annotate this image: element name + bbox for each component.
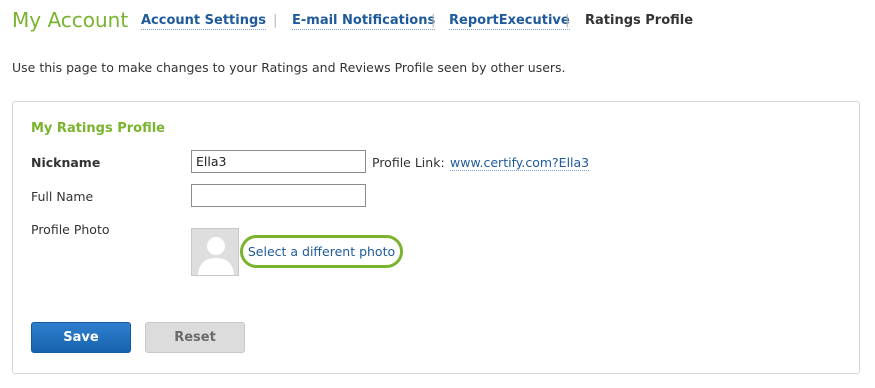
tab-separator: |: [273, 13, 278, 28]
avatar-placeholder-icon: [191, 228, 239, 276]
intro-text: Use this page to make changes to your Ra…: [12, 60, 566, 75]
tab-separator: |: [565, 13, 570, 28]
select-photo-link[interactable]: Select a different photo: [240, 235, 403, 268]
tab-account-settings[interactable]: Account Settings: [141, 13, 267, 30]
tab-separator: |: [431, 13, 436, 28]
panel-title: My Ratings Profile: [31, 121, 165, 136]
profile-link-label: Profile Link:: [372, 155, 445, 170]
tab-email-notifications[interactable]: E-mail Notifications: [292, 13, 436, 30]
save-button[interactable]: Save: [31, 322, 131, 353]
nickname-label: Nickname: [31, 155, 101, 170]
fullname-input[interactable]: [191, 184, 366, 207]
ratings-profile-panel: My Ratings Profile Nickname Profile Link…: [12, 101, 860, 374]
person-silhouette-icon: [192, 229, 238, 275]
page-title: My Account: [12, 8, 129, 32]
fullname-label: Full Name: [31, 189, 94, 204]
reset-button[interactable]: Reset: [145, 322, 245, 353]
tab-reportexecutive[interactable]: ReportExecutive: [449, 13, 570, 30]
profile-photo-label: Profile Photo: [31, 222, 110, 237]
account-header: My Account Account Settings | E-mail Not…: [12, 8, 872, 34]
profile-link[interactable]: www.certify.com?Ella3: [450, 155, 590, 171]
tab-ratings-profile[interactable]: Ratings Profile: [585, 13, 693, 29]
nickname-input[interactable]: [191, 150, 366, 173]
